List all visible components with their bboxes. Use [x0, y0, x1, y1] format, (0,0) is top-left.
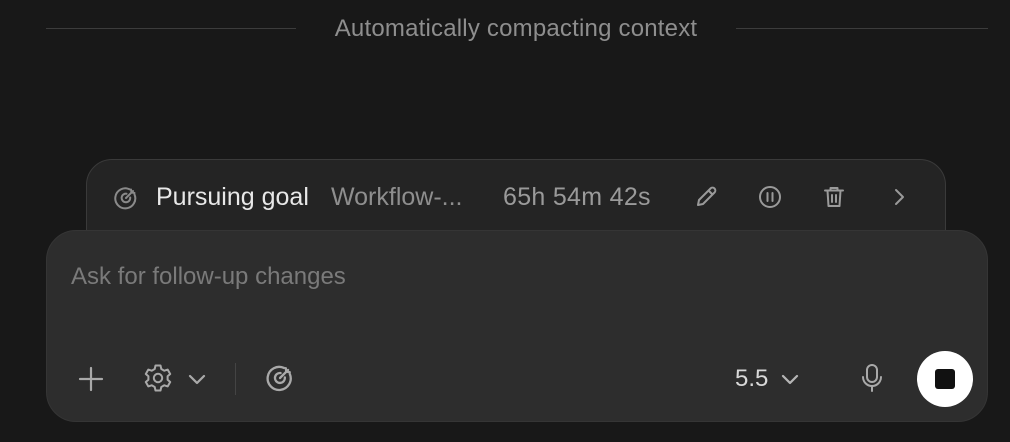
delete-icon — [824, 187, 844, 207]
goal-row: Pursuing goal Workflow-... 65h 54m 42s — [87, 178, 945, 216]
goal-elapsed-timer: 65h 54m 42s — [503, 183, 651, 211]
model-selector[interactable]: 5.5 — [735, 361, 802, 397]
chevron-down-icon — [188, 374, 206, 385]
settings-button[interactable] — [143, 363, 173, 393]
settings-icon — [144, 364, 172, 392]
follow-up-input[interactable] — [71, 257, 951, 297]
goal-title: Pursuing goal — [156, 183, 309, 211]
composer: 5.5 — [46, 230, 988, 422]
microphone-icon — [862, 364, 882, 392]
settings-dropdown-button[interactable] — [185, 367, 209, 391]
goal-target-icon — [113, 185, 139, 211]
voice-input-button[interactable] — [857, 362, 887, 394]
chat-view: Automatically compacting context Pursuin… — [0, 0, 1010, 442]
edit-icon — [697, 186, 717, 206]
pause-icon — [759, 186, 781, 208]
stop-button[interactable] — [917, 351, 973, 407]
goal-target-icon — [266, 365, 292, 392]
goal-name[interactable]: Workflow-... — [331, 178, 481, 216]
compacting-status-text: Automatically compacting context — [296, 12, 736, 46]
model-label: 5.5 — [735, 365, 769, 392]
edit-goal-button[interactable] — [692, 183, 720, 211]
toolbar-separator — [235, 363, 236, 395]
expand-goal-button[interactable] — [885, 183, 913, 211]
chevron-right-icon — [895, 189, 904, 205]
stop-icon — [935, 369, 955, 389]
chevron-down-icon — [778, 367, 802, 391]
delete-goal-button[interactable] — [820, 183, 848, 211]
pause-goal-button[interactable] — [756, 183, 784, 211]
goal-button[interactable] — [265, 363, 295, 393]
add-attachment-button[interactable] — [75, 363, 107, 395]
plus-icon — [78, 366, 104, 392]
